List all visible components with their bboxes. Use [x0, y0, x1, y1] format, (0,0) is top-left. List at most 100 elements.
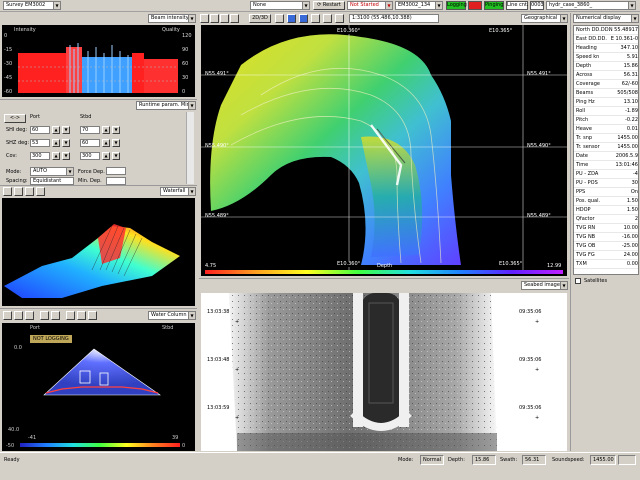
- runtime-stbd-field[interactable]: 70: [80, 126, 100, 134]
- 2d3d-toggle[interactable]: 2D/3D: [249, 14, 271, 23]
- zoom-box-icon[interactable]: [230, 14, 239, 23]
- port-down-arrow-icon[interactable]: ▼: [62, 152, 70, 160]
- restart-button[interactable]: ⟳ Restart: [313, 1, 345, 10]
- i-icon[interactable]: [77, 311, 86, 320]
- grid-icon[interactable]: [275, 14, 284, 23]
- stbd-up-arrow-icon[interactable]: ▲: [102, 139, 110, 147]
- seabed-select[interactable]: Seabed image ▼: [521, 281, 568, 290]
- swap-arrows-button[interactable]: <->: [4, 114, 26, 123]
- a-icon[interactable]: [66, 311, 75, 320]
- geographical-select[interactable]: Geographical ▼: [521, 14, 568, 23]
- stbd-up-arrow-icon[interactable]: ▲: [102, 126, 110, 134]
- palette-icon[interactable]: [311, 14, 320, 23]
- zoom-out-icon[interactable]: [220, 14, 229, 23]
- stbd-up-arrow-icon[interactable]: ▲: [102, 152, 110, 160]
- port-down-arrow-icon[interactable]: ▼: [62, 139, 70, 147]
- pinging-indicator[interactable]: Pinging: [484, 1, 504, 10]
- numerical-select-value: Numerical display: [576, 15, 621, 21]
- runtime-port-field[interactable]: 60: [30, 126, 50, 134]
- rotate-icon[interactable]: [3, 187, 12, 196]
- reset-icon[interactable]: [36, 187, 45, 196]
- sounder-select-value: EM3002_134: [398, 2, 431, 8]
- water-column-select[interactable]: Water Column ▼: [148, 311, 196, 320]
- numerical-value: 505/508: [617, 90, 638, 96]
- survey-select[interactable]: Survey EM3002 ▼: [3, 1, 61, 10]
- beam-intensity-chart: Intensity Quality 0 -15 -30 -45 -60 120 90 60 3…: [2, 25, 195, 97]
- port-down-arrow-icon[interactable]: ▼: [62, 126, 70, 134]
- stbd-down-arrow-icon[interactable]: ▼: [112, 139, 120, 147]
- sounder-select[interactable]: EM3002_134 ▼: [395, 1, 443, 10]
- numerical-key: PU - POS: [576, 180, 598, 186]
- numerical-value: 1.50: [626, 198, 638, 204]
- numerical-value: 56.31: [623, 72, 638, 78]
- seabed-time-left: 13:03:48: [207, 357, 230, 363]
- seabed-image-view[interactable]: 13:03:38 +13:03:48 +13:03:59 + 09:35:06 +09:…: [201, 293, 567, 451]
- numerical-key: TVG RN: [576, 225, 596, 231]
- waterfall-surface: [4, 224, 180, 298]
- runtime-port-field[interactable]: 300: [30, 152, 50, 160]
- numerical-key: TVG OB: [576, 243, 596, 249]
- mode-label: Mode:: [6, 169, 22, 175]
- runtime-stbd-field[interactable]: 60: [80, 139, 100, 147]
- zoom-in-icon[interactable]: [210, 14, 219, 23]
- lat-left-3: N55.489°: [205, 213, 229, 219]
- pan-icon[interactable]: [200, 14, 209, 23]
- bathymetry-map[interactable]: E10.360° E10.365° N55.491° N55.490° N55.…: [201, 25, 567, 276]
- port-up-arrow-icon[interactable]: ▲: [52, 126, 60, 134]
- status-ready: Ready: [4, 457, 20, 463]
- numerical-row: Tr. snp 1455.00: [574, 134, 638, 143]
- water-column-view: Port Stbd NOT LOGGING 0.0 40.0 -41 39 -5…: [2, 323, 195, 451]
- numerical-row: HDOP 1.50: [574, 206, 638, 215]
- seabed-cross-marker: +: [535, 319, 540, 325]
- spacing-select-value: Equidistant: [33, 178, 62, 184]
- spacing-select[interactable]: Equidistant: [30, 177, 74, 185]
- status-select[interactable]: Not Started ▼: [347, 1, 393, 10]
- mode-select[interactable]: AUTO ▼: [30, 167, 74, 176]
- port-up-arrow-icon[interactable]: ▲: [52, 152, 60, 160]
- lon-top-1: E10.360°: [337, 28, 361, 34]
- runtime-port-field[interactable]: 53: [30, 139, 50, 147]
- beam-y-left-tick: 0: [4, 33, 8, 39]
- zoom-icon[interactable]: [25, 187, 34, 196]
- waterfall-select[interactable]: Waterfall ▼: [160, 187, 196, 196]
- runtime-scrollbar[interactable]: [186, 112, 194, 184]
- runtime-select[interactable]: Runtime param. Min ▼: [136, 101, 196, 110]
- numerical-value: 15.86: [623, 63, 638, 69]
- layers-icon[interactable]: [287, 14, 296, 23]
- beam-intensity-select[interactable]: Beam intensity ▼: [148, 14, 196, 23]
- numerical-row: Ping Hz 13.10: [574, 98, 638, 107]
- logging-indicator[interactable]: Logging: [446, 1, 467, 10]
- settings-icon[interactable]: [335, 14, 344, 23]
- numerical-value: -16.00: [621, 234, 638, 240]
- stbd-down-arrow-icon[interactable]: ▼: [112, 126, 120, 134]
- globe-icon[interactable]: [299, 14, 308, 23]
- print-icon[interactable]: [323, 14, 332, 23]
- zoom-out-icon[interactable]: [25, 311, 34, 320]
- seabed-cross-marker: +: [235, 367, 240, 373]
- numerical-key: Heading: [576, 45, 597, 51]
- none-select[interactable]: None ▼: [250, 1, 310, 10]
- lon-top-2: E10.365°: [489, 28, 513, 34]
- min-depth-field[interactable]: [106, 177, 126, 185]
- numerical-value: E 10.361-0: [610, 36, 638, 42]
- chevron-down-icon: ▼: [631, 15, 638, 22]
- ruler-icon[interactable]: [51, 311, 60, 320]
- satellites-checkbox[interactable]: [575, 278, 581, 284]
- waterfall-select-value: Waterfall: [163, 188, 186, 194]
- arrow-icon[interactable]: [3, 311, 12, 320]
- pan-icon[interactable]: [14, 187, 23, 196]
- numerical-key: Time: [576, 162, 589, 168]
- wc-color-scale: [20, 443, 180, 447]
- numerical-key: HDOP: [576, 207, 591, 213]
- pause-icon[interactable]: [40, 311, 49, 320]
- file-select[interactable]: hydr_case_3860_ ▼: [546, 1, 636, 10]
- runtime-stbd-field[interactable]: 300: [80, 152, 100, 160]
- numerical-value: 0.01: [626, 126, 638, 132]
- numerical-select[interactable]: Numerical display ▼: [573, 14, 639, 23]
- numerical-key: Pos. qual.: [576, 198, 601, 204]
- marker-icon[interactable]: [88, 311, 97, 320]
- stbd-down-arrow-icon[interactable]: ▼: [112, 152, 120, 160]
- port-up-arrow-icon[interactable]: ▲: [52, 139, 60, 147]
- zoom-in-icon[interactable]: [14, 311, 23, 320]
- force-depth-field[interactable]: [106, 167, 126, 175]
